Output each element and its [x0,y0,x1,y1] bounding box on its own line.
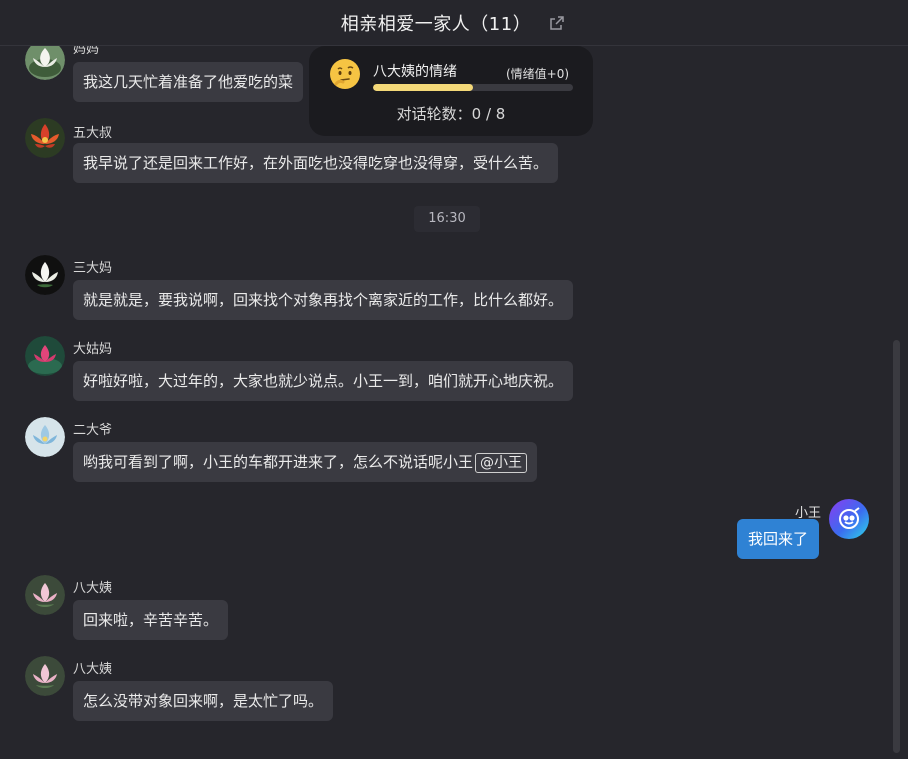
sender-name: 八大姨 [73,581,113,596]
red-flower-avatar[interactable] [25,118,65,158]
rounds-counter: 对话轮数：0 / 8 [309,103,593,124]
mood-label: 八大姨的情绪 [373,64,457,80]
self-message-bubble: 我回来了 [737,519,820,559]
pink-flower-avatar[interactable] [25,575,65,615]
mood-progress-bar [373,84,573,91]
sender-name: 二大爷 [73,423,113,438]
pink-lotus-avatar[interactable] [25,336,65,376]
user-avatar-icon[interactable] [829,499,869,539]
mood-panel: 八大姨的情绪 (情绪值+0) 对话轮数：0 / 8 [309,46,593,136]
white-lotus-dark-avatar[interactable] [25,255,65,295]
message-bubble: 怎么没带对象回来啊，是太忙了吗。 [73,681,334,721]
message-bubble: 回来啦，辛苦辛苦。 [73,600,229,640]
message-bubble: 哟我可看到了啊，小王的车都开进来了，怎么不说话呢小王 @小王 [73,442,538,482]
chat-header: 相亲相爱一家人（11） [0,0,908,46]
thinking-face-icon [329,58,361,90]
sender-name: 大姑妈 [73,342,113,357]
rounds-label: 对话轮数： [396,105,472,123]
sender-name: 妈妈 [73,46,100,57]
message-bubble: 我这几天忙着准备了他爱吃的菜 [73,62,304,102]
mood-progress-fill [373,84,473,91]
message-text: 哟我可看到了啊，小王的车都开进来了，怎么不说话呢小王 [83,453,474,471]
message-bubble: 就是就是，要我说啊，回来找个对象再找个离家近的工作，比什么都好。 [73,280,574,320]
pink-flower-avatar[interactable] [25,656,65,696]
scrollbar[interactable] [893,340,900,753]
message-list[interactable]: 妈妈 我这几天忙着准备了他爱吃的菜 五大叔 我早说了还是回来工作好，在外面吃也没… [0,46,908,759]
sender-name: 八大姨 [73,662,113,677]
chat-title: 相亲相爱一家人（11） [340,13,532,35]
blue-lotus-avatar[interactable] [25,417,65,457]
sender-name: 五大叔 [73,126,113,141]
mood-value: (情绪值+0) [506,67,570,81]
rounds-value: 0 / 8 [471,105,506,123]
message-bubble: 我早说了还是回来工作好，在外面吃也没得吃穿也没得穿，受什么苦。 [73,143,559,183]
timestamp-divider: 16:30 [414,206,480,232]
sender-name: 三大妈 [73,261,113,276]
mention-tag[interactable]: @小王 [475,453,528,473]
share-icon[interactable] [547,13,567,33]
white-lotus-avatar[interactable] [25,46,65,80]
message-bubble: 好啦好啦，大过年的，大家也就少说点。小王一到，咱们就开心地庆祝。 [73,361,574,401]
